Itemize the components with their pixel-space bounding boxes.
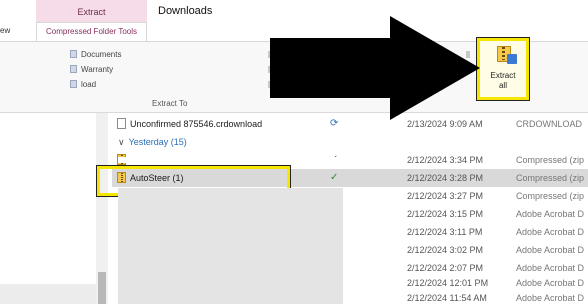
extract-to-downloads[interactable]: load bbox=[70, 79, 96, 90]
folder-icon bbox=[70, 65, 77, 73]
group-header-yesterday[interactable]: ∨ Yesterday (15) bbox=[118, 137, 187, 148]
window-title: Downloads bbox=[158, 5, 213, 17]
file-date: 2/13/2024 9:09 AM bbox=[407, 119, 483, 129]
file-date: 2/12/2024 2:07 PM bbox=[407, 263, 484, 273]
group-header-label: Yesterday (15) bbox=[128, 137, 187, 147]
file-type: Adobe Acrobat D bbox=[516, 209, 585, 219]
file-type: Adobe Acrobat D bbox=[516, 263, 585, 273]
ribbon-group-label: Extract To bbox=[152, 99, 188, 108]
location-label: load bbox=[81, 80, 97, 89]
file-date: 2/12/2024 3:28 PM bbox=[407, 173, 484, 183]
chevron-down-icon: ∨ bbox=[118, 137, 125, 147]
folder-icon bbox=[70, 50, 77, 58]
tab-view[interactable]: ew bbox=[0, 26, 10, 35]
zipper-icon bbox=[502, 47, 505, 60]
file-type: CRDOWNLOAD bbox=[516, 119, 583, 129]
file-type: Adobe Acrobat D bbox=[516, 278, 585, 288]
folder-icon bbox=[70, 80, 77, 88]
scroll-cutoff bbox=[118, 157, 342, 163]
document-icon bbox=[117, 118, 126, 129]
file-date: 2/12/2024 3:11 PM bbox=[407, 227, 483, 237]
extract-to-documents[interactable]: Documents bbox=[70, 49, 121, 60]
tab-compressed-folder-tools[interactable]: Compressed Folder Tools bbox=[36, 22, 147, 42]
navigation-pane[interactable] bbox=[0, 113, 110, 304]
redacted-area bbox=[118, 188, 343, 304]
file-date: 2/12/2024 12:01 PM bbox=[407, 278, 489, 288]
file-type: Compressed (zip bbox=[516, 155, 585, 165]
file-type: Adobe Acrobat D bbox=[516, 245, 585, 255]
location-label: Documents bbox=[81, 50, 122, 59]
file-date: 2/12/2024 11:54 AM bbox=[407, 293, 487, 303]
file-date: 2/12/2024 3:15 PM bbox=[407, 209, 484, 219]
location-label: Warranty bbox=[81, 65, 114, 74]
extract-to-warranty[interactable]: Warranty bbox=[70, 64, 113, 75]
pointer-arrow-icon bbox=[270, 16, 480, 120]
synced-check-icon: ✓ bbox=[330, 172, 339, 183]
nav-pane-item[interactable] bbox=[0, 284, 96, 304]
extract-all-button[interactable]: Extract all bbox=[476, 37, 530, 101]
file-date: 2/12/2024 3:02 PM bbox=[407, 245, 484, 255]
file-type: Compressed (zip bbox=[516, 191, 585, 201]
file-date: 2/12/2024 3:34 PM bbox=[407, 155, 484, 165]
extract-all-label: Extract all bbox=[490, 71, 516, 90]
file-name: Unconfirmed 875546.crdownload bbox=[130, 119, 263, 129]
file-type: Compressed (zip bbox=[516, 173, 585, 183]
file-date: 2/12/2024 3:27 PM bbox=[407, 191, 484, 201]
nav-scrollbar-thumb[interactable] bbox=[98, 272, 106, 304]
file-type: Adobe Acrobat D bbox=[516, 227, 585, 237]
context-tab-group-label: Extract bbox=[77, 7, 106, 17]
extract-arrow-icon bbox=[507, 54, 517, 64]
file-type: Adobe Acrobat D bbox=[516, 293, 585, 303]
